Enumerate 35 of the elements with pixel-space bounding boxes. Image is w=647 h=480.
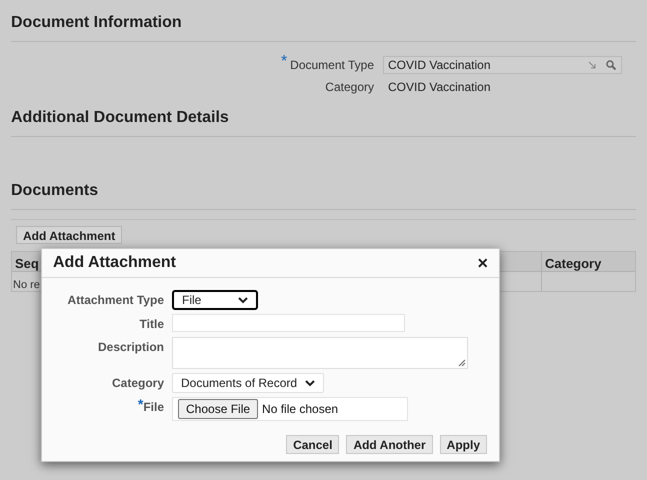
dialog-button[interactable]: Apply xyxy=(440,435,487,454)
field-label: Title xyxy=(140,316,164,333)
section-heading: Additional Document Details xyxy=(11,108,230,128)
add-attachment-button[interactable]: Add Attachment xyxy=(16,226,122,244)
dialog-button[interactable]: Cancel xyxy=(286,435,340,454)
table-cell: No re xyxy=(13,279,40,291)
field-label: Document Type xyxy=(290,57,374,74)
category-value: COVID Vaccination xyxy=(387,79,490,96)
dialog-button[interactable]: Add Another xyxy=(346,435,433,454)
dialog-title: Add Attachment xyxy=(53,253,176,273)
required-mark: * xyxy=(138,398,144,410)
select-field[interactable]: Documents of Record xyxy=(172,373,324,393)
close-button[interactable]: × xyxy=(477,254,488,272)
caret-icon xyxy=(305,380,316,386)
file-input[interactable]: Choose File No file chosen xyxy=(172,397,408,421)
field-label: Attachment Type xyxy=(68,292,164,309)
section-heading: Documents xyxy=(11,181,100,201)
required-mark: * xyxy=(280,56,288,68)
field-label: Description xyxy=(98,339,164,356)
section-heading: Document Information xyxy=(11,13,183,33)
caret-icon xyxy=(238,296,248,304)
file-status: No file chosen xyxy=(262,401,338,418)
column-header: Seq xyxy=(15,256,39,271)
field-label: File xyxy=(143,400,164,416)
field-label: Category xyxy=(112,375,164,392)
title-input[interactable] xyxy=(172,314,405,332)
choose-file-button[interactable]: Choose File xyxy=(178,399,258,419)
select-field[interactable]: File xyxy=(172,290,258,310)
expand-arrow-icon[interactable] xyxy=(588,61,596,69)
field-label: Category xyxy=(325,79,374,96)
column-header: Category xyxy=(545,256,602,271)
description-textarea[interactable] xyxy=(172,337,468,369)
document-type-field[interactable]: COVID Vaccination xyxy=(383,56,622,74)
resize-grip-icon xyxy=(458,359,466,367)
search-icon[interactable] xyxy=(606,60,616,70)
